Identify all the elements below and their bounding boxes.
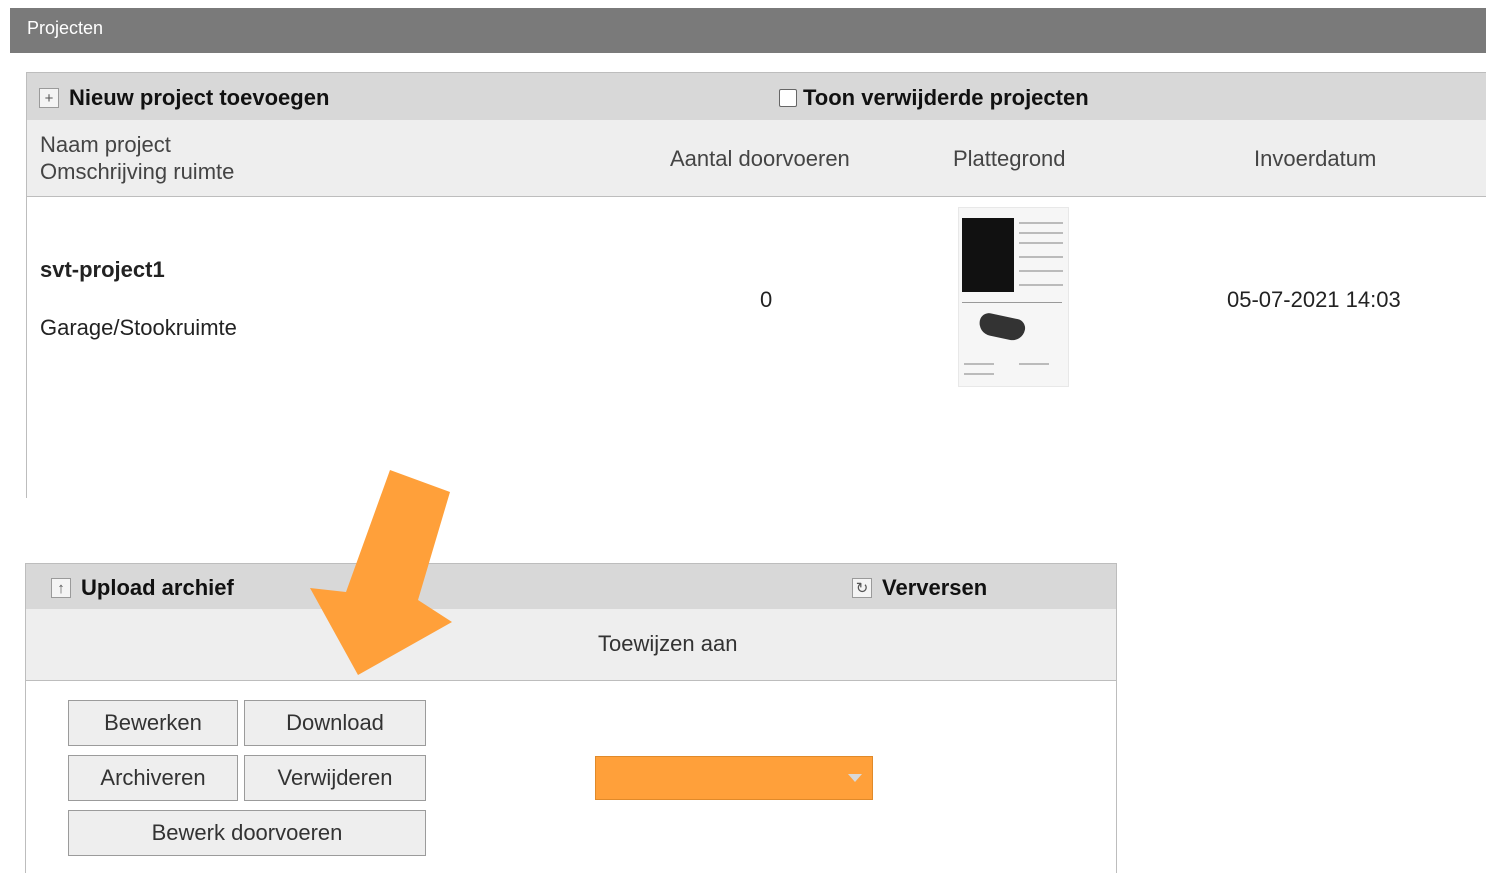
add-project-label: Nieuw project toevoegen xyxy=(69,85,330,110)
show-deleted-checkbox[interactable] xyxy=(779,89,797,107)
show-deleted-label: Toon verwijderde projecten xyxy=(803,85,1089,110)
table-row[interactable]: svt-project1 Garage/Stookruimte 0 05-07-… xyxy=(27,197,1486,499)
assign-to-select[interactable] xyxy=(595,756,873,800)
edit-button[interactable]: Bewerken xyxy=(68,700,238,746)
thumbnail-divider xyxy=(962,302,1062,303)
upload-archive-button[interactable]: ↑ Upload archief xyxy=(51,575,234,601)
column-header-count[interactable]: Aantal doorvoeren xyxy=(670,146,850,172)
entry-date: 05-07-2021 14:03 xyxy=(1227,287,1401,312)
thumbnail-line xyxy=(1019,270,1063,272)
projects-table-header: Naam project Omschrijving ruimte Aantal … xyxy=(27,120,1486,197)
upload-arrow-icon: ↑ xyxy=(51,578,71,598)
upload-archive-label: Upload archief xyxy=(81,575,234,600)
thumbnail-line xyxy=(1019,222,1063,224)
archive-panel: ↑ Upload archief ↻ Verversen Toewijzen a… xyxy=(25,563,1117,873)
thumbnail-line xyxy=(1019,232,1063,234)
projects-panel: + Nieuw project toevoegen Toon verwijder… xyxy=(26,72,1486,499)
column-header-name-line2: Omschrijving ruimte xyxy=(40,159,235,184)
passthrough-count: 0 xyxy=(760,287,773,312)
project-description: Garage/Stookruimte xyxy=(40,315,237,340)
archive-button[interactable]: Archiveren xyxy=(68,755,238,801)
thumbnail-line xyxy=(1019,284,1063,286)
floorplan-thumbnail[interactable] xyxy=(958,207,1069,387)
download-button[interactable]: Download xyxy=(244,700,426,746)
show-deleted-toggle[interactable]: Toon verwijderde projecten xyxy=(779,85,1089,111)
plus-icon: + xyxy=(39,88,59,108)
column-header-assign-to: Toewijzen aan xyxy=(598,631,738,656)
delete-button[interactable]: Verwijderen xyxy=(244,755,426,801)
thumbnail-line xyxy=(1019,242,1063,244)
window-title-bar: Projecten xyxy=(10,8,1486,53)
refresh-icon: ↻ xyxy=(852,578,872,598)
thumbnail-device-image xyxy=(977,311,1027,343)
column-header-name-line1: Naam project xyxy=(40,132,171,157)
thumbnail-line xyxy=(1019,256,1063,258)
project-name: svt-project1 xyxy=(40,257,165,282)
projects-toolbar: + Nieuw project toevoegen Toon verwijder… xyxy=(27,73,1486,120)
edit-passthroughs-button[interactable]: Bewerk doorvoeren xyxy=(68,810,426,856)
refresh-button[interactable]: ↻ Verversen xyxy=(852,575,987,601)
column-header-name[interactable]: Naam project Omschrijving ruimte xyxy=(40,131,234,185)
column-header-floorplan[interactable]: Plattegrond xyxy=(953,146,1066,172)
column-header-date[interactable]: Invoerdatum xyxy=(1254,146,1376,172)
thumbnail-cover-block xyxy=(962,218,1014,292)
archive-table-header: Toewijzen aan xyxy=(26,609,1116,681)
thumbnail-line xyxy=(964,363,994,365)
thumbnail-line xyxy=(964,373,994,375)
refresh-label: Verversen xyxy=(882,575,988,600)
thumbnail-line xyxy=(1019,363,1049,365)
chevron-down-icon xyxy=(848,774,862,782)
add-project-button[interactable]: + Nieuw project toevoegen xyxy=(39,85,329,111)
window-title: Projecten xyxy=(27,18,104,38)
archive-toolbar: ↑ Upload archief ↻ Verversen xyxy=(26,564,1116,609)
